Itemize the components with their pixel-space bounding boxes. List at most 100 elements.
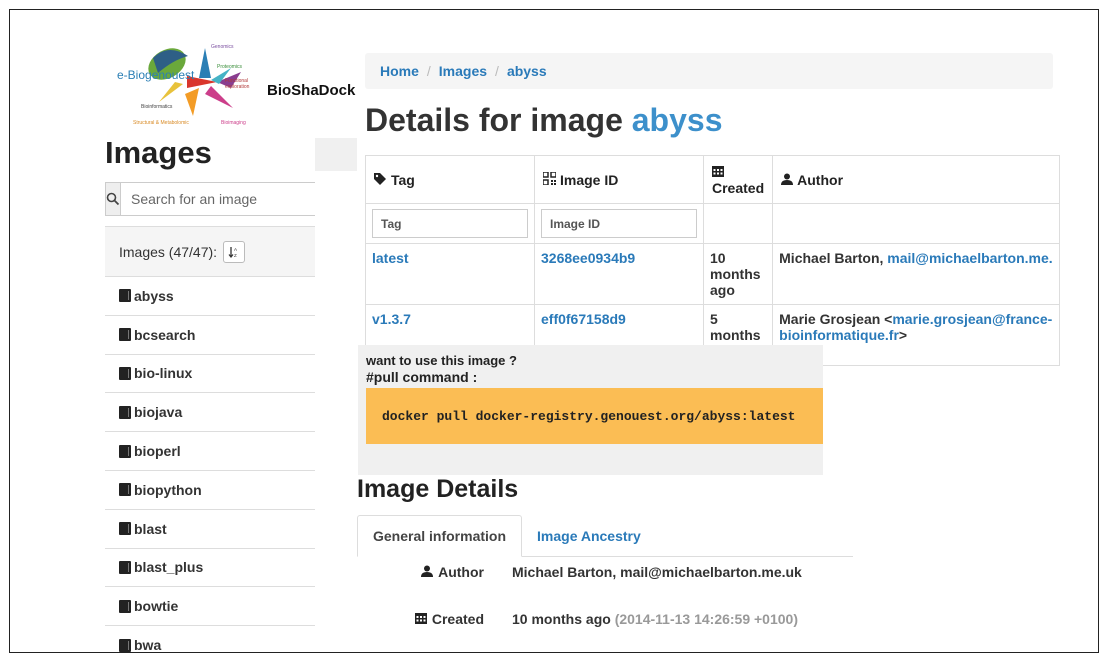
- svg-text:Proteomics: Proteomics: [217, 64, 243, 70]
- list-item-label: bcsearch: [134, 326, 196, 343]
- detail-label-text: Author: [438, 564, 484, 580]
- book-icon: [119, 560, 131, 574]
- pull-command-panel: want to use this image ? #pull command :…: [358, 345, 823, 475]
- image-id-filter-input[interactable]: [541, 209, 697, 238]
- list-item-bwa[interactable]: bwa: [105, 626, 315, 653]
- list-item-biopython[interactable]: biopython: [105, 471, 315, 510]
- list-item-blast-plus[interactable]: blast_plus: [105, 549, 315, 588]
- list-item-blast[interactable]: blast: [105, 510, 315, 549]
- details-tabs: General information Image Ancestry: [357, 515, 853, 557]
- created-relative: 10 months ago: [512, 611, 611, 627]
- detail-created-row: Created 10 months ago (2014-11-13 14:26:…: [357, 611, 853, 627]
- list-item-bcsearch[interactable]: bcsearch: [105, 316, 315, 355]
- image-id-link[interactable]: 3268ee0934b9: [541, 250, 635, 266]
- search-input[interactable]: [121, 183, 322, 215]
- tag-link[interactable]: latest: [372, 250, 409, 266]
- created-cell: 10 months ago: [702, 243, 774, 305]
- tag-icon: [374, 172, 387, 188]
- column-header-image-id[interactable]: Image ID: [534, 155, 704, 204]
- book-icon: [119, 405, 131, 419]
- breadcrumb-images[interactable]: Images: [439, 63, 487, 79]
- sidebar-heading: Images: [105, 135, 212, 170]
- image-count-label: Images (47/47):: [119, 243, 218, 260]
- image-list: Images (47/47): AZ abyss bcsearch bio-li…: [105, 226, 315, 653]
- list-item-bioperl[interactable]: bioperl: [105, 432, 315, 471]
- svg-text:Genomics: Genomics: [211, 44, 234, 50]
- list-item-label: blast: [134, 520, 167, 537]
- column-header-label: Image ID: [560, 171, 619, 188]
- book-icon: [119, 444, 131, 458]
- pull-command-label: #pull command :: [366, 369, 478, 385]
- list-item-label: bio-linux: [134, 365, 193, 382]
- breadcrumb-home[interactable]: Home: [380, 63, 419, 79]
- tags-table: Tag Image ID Created Author Tag Image ID…: [365, 155, 1060, 366]
- column-header-tag[interactable]: Tag: [365, 155, 535, 204]
- calendar-icon: [414, 611, 427, 627]
- book-icon: [119, 483, 131, 497]
- pull-question: want to use this image ?: [366, 353, 517, 368]
- list-item-label: bowtie: [134, 598, 179, 615]
- column-header-label: Author: [797, 171, 844, 188]
- page-title-image-name: abyss: [631, 102, 723, 138]
- page-title-prefix: Details for image: [365, 102, 623, 138]
- author-name: Michael Barton,: [779, 250, 884, 266]
- qrcode-icon: [542, 170, 557, 188]
- sidebar-spacer: [315, 138, 357, 171]
- detail-author-label: Author: [357, 564, 512, 580]
- image-search: [105, 182, 322, 216]
- pull-command-code[interactable]: docker pull docker-registry.genouest.org…: [366, 388, 823, 444]
- detail-created-label: Created: [357, 611, 512, 627]
- author-name: Marie Grosjean <: [779, 311, 893, 327]
- list-item-bowtie[interactable]: bowtie: [105, 587, 315, 627]
- svg-text:Bioimaging: Bioimaging: [221, 120, 246, 126]
- column-header-created[interactable]: Created: [702, 155, 774, 204]
- browser-viewport: Genomics Proteomics Functional explorati…: [9, 9, 1099, 653]
- table-row: latest 3268ee0934b9 10 months ago Michae…: [365, 243, 1060, 305]
- search-icon: [106, 183, 121, 215]
- book-icon: [119, 366, 131, 380]
- detail-author-value: Michael Barton, mail@michaelbarton.me.uk: [512, 564, 802, 580]
- created-timestamp: (2014-11-13 14:26:59 +0100): [614, 611, 798, 627]
- breadcrumb-current[interactable]: abyss: [507, 63, 547, 79]
- tab-image-ancestry[interactable]: Image Ancestry: [522, 515, 656, 557]
- list-item-label: biojava: [134, 404, 183, 421]
- list-item-biojava[interactable]: biojava: [105, 393, 315, 433]
- tag-filter-input[interactable]: [372, 209, 528, 238]
- list-item-bio-linux[interactable]: bio-linux: [105, 355, 315, 394]
- svg-text:exploration: exploration: [225, 84, 250, 90]
- author-cell: Michael Barton, mail@michaelbarton.me.: [772, 243, 1060, 305]
- list-item-label: bwa: [134, 637, 162, 653]
- column-header-label: Tag: [391, 171, 415, 188]
- tag-link[interactable]: v1.3.7: [372, 311, 411, 327]
- calendar-icon: [712, 164, 724, 180]
- detail-created-value: 10 months ago (2014-11-13 14:26:59 +0100…: [512, 611, 798, 627]
- user-icon: [421, 564, 434, 580]
- site-name[interactable]: BioShaDock: [267, 82, 355, 99]
- list-item-label: blast_plus: [134, 559, 204, 576]
- detail-label-text: Created: [431, 611, 484, 627]
- svg-text:Structural & Metabolomic: Structural & Metabolomic: [133, 120, 189, 126]
- site-logo[interactable]: Genomics Proteomics Functional explorati…: [105, 32, 360, 132]
- column-header-label: Created: [712, 179, 765, 196]
- book-icon: [119, 328, 131, 342]
- logo-text: e-Biogenouest: [117, 68, 195, 82]
- sort-alpha-icon[interactable]: AZ: [223, 240, 246, 263]
- breadcrumb-separator: /: [495, 63, 499, 79]
- tab-general-information[interactable]: General information: [357, 515, 523, 557]
- svg-text:A: A: [234, 247, 237, 252]
- list-item-label: biopython: [134, 481, 202, 498]
- page-title: Details for image abyss: [365, 102, 722, 139]
- author-email-link[interactable]: mail@michaelbarton.me.: [887, 250, 1052, 266]
- list-item-abyss[interactable]: abyss: [105, 277, 315, 316]
- author-suffix: >: [898, 327, 908, 343]
- image-id-link[interactable]: eff0f67158d9: [541, 311, 626, 327]
- book-icon: [119, 638, 131, 652]
- svg-text:Bioinformatics: Bioinformatics: [141, 104, 173, 110]
- column-header-author[interactable]: Author: [772, 155, 1060, 204]
- book-icon: [119, 289, 131, 303]
- book-icon: [119, 599, 131, 613]
- list-item-label: bioperl: [134, 443, 181, 460]
- user-icon: [781, 172, 794, 188]
- breadcrumb-separator: /: [426, 63, 431, 79]
- book-icon: [119, 522, 131, 536]
